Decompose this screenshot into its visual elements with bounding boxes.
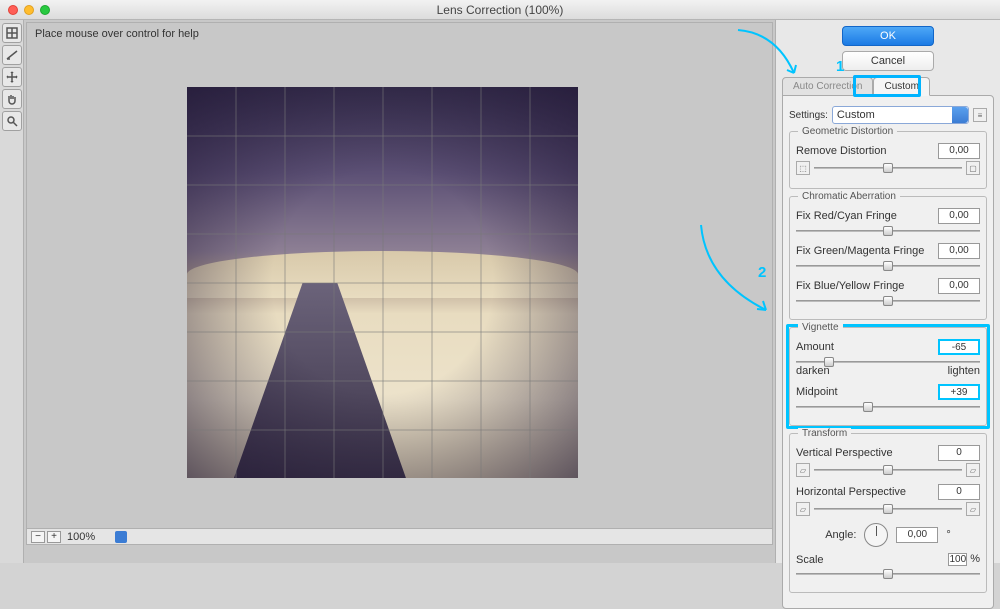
- vpersp-bottom-icon: ▱: [966, 463, 980, 477]
- hpersp-label: Horizontal Perspective: [796, 486, 906, 498]
- remove-distortion-slider[interactable]: [814, 163, 962, 173]
- settings-panel: OK Cancel 1 Auto Correction Custom Setti…: [775, 20, 1000, 563]
- zoom-out-button[interactable]: −: [31, 531, 45, 543]
- fix-blue-value[interactable]: 0,00: [938, 278, 980, 294]
- ok-button[interactable]: OK: [842, 26, 934, 46]
- zoom-tool[interactable]: [2, 111, 22, 131]
- angle-value[interactable]: 0,00: [896, 527, 938, 543]
- vign-midpoint-value[interactable]: +39: [938, 384, 980, 400]
- angle-label: Angle:: [825, 529, 856, 541]
- cancel-button[interactable]: Cancel: [842, 51, 934, 71]
- vign-amount-value[interactable]: -65: [938, 339, 980, 355]
- fix-red-slider[interactable]: [796, 226, 980, 236]
- preview-area[interactable]: Place mouse over control for help − + 10…: [26, 22, 773, 545]
- scale-label: Scale: [796, 554, 824, 566]
- vign-midpoint-slider[interactable]: [796, 402, 980, 412]
- hpersp-value[interactable]: 0: [938, 484, 980, 500]
- vign-amount-label: Amount: [796, 341, 834, 353]
- vign-amount-slider[interactable]: [796, 357, 980, 367]
- barrel-icon: ⬚: [796, 161, 810, 175]
- fix-blue-label: Fix Blue/Yellow Fringe: [796, 280, 904, 292]
- remove-distortion-value[interactable]: 0,00: [938, 143, 980, 159]
- settings-select[interactable]: Custom: [832, 106, 969, 124]
- hpersp-slider[interactable]: [814, 504, 962, 514]
- chrom-legend: Chromatic Aberration: [798, 191, 900, 202]
- move-grid-tool[interactable]: [2, 67, 22, 87]
- angle-unit: °: [946, 529, 950, 541]
- geo-legend: Geometric Distortion: [798, 126, 897, 137]
- vpersp-top-icon: ▱: [796, 463, 810, 477]
- scale-unit: %: [970, 553, 980, 565]
- tab-custom[interactable]: Custom: [873, 77, 929, 96]
- vign-midpoint-label: Midpoint: [796, 386, 838, 398]
- zoom-dropdown-icon[interactable]: [115, 531, 127, 543]
- fix-red-label: Fix Red/Cyan Fringe: [796, 210, 897, 222]
- pincushion-icon: ▢: [966, 161, 980, 175]
- vignette-group: Vignette Amount-65darkenlighten Midpoint…: [789, 327, 987, 426]
- vign-legend: Vignette: [798, 322, 843, 333]
- help-hint: Place mouse over control for help: [35, 28, 199, 40]
- trans-legend: Transform: [798, 428, 851, 439]
- fix-blue-slider[interactable]: [796, 296, 980, 306]
- fix-green-value[interactable]: 0,00: [938, 243, 980, 259]
- vpersp-label: Vertical Perspective: [796, 447, 893, 459]
- straighten-tool[interactable]: [2, 45, 22, 65]
- hpersp-left-icon: ▱: [796, 502, 810, 516]
- fix-green-slider[interactable]: [796, 261, 980, 271]
- hand-tool[interactable]: [2, 89, 22, 109]
- window-title: Lens Correction (100%): [0, 3, 1000, 17]
- remove-distortion-label: Remove Distortion: [796, 145, 886, 157]
- tool-strip: [0, 20, 24, 563]
- fix-green-label: Fix Green/Magenta Fringe: [796, 245, 924, 257]
- remove-distortion-tool[interactable]: [2, 23, 22, 43]
- zoom-in-button[interactable]: +: [47, 531, 61, 543]
- preview-canvas: [187, 87, 578, 478]
- angle-dial[interactable]: [864, 523, 888, 547]
- scale-slider[interactable]: [796, 569, 980, 579]
- fix-red-value[interactable]: 0,00: [938, 208, 980, 224]
- hpersp-right-icon: ▱: [966, 502, 980, 516]
- zoom-value: 100%: [63, 531, 113, 543]
- vpersp-value[interactable]: 0: [938, 445, 980, 461]
- tab-auto-correction[interactable]: Auto Correction: [782, 77, 873, 96]
- vpersp-slider[interactable]: [814, 465, 962, 475]
- settings-label: Settings:: [789, 110, 828, 121]
- scale-value[interactable]: 100: [948, 553, 967, 566]
- settings-menu-icon[interactable]: ≡: [973, 108, 987, 122]
